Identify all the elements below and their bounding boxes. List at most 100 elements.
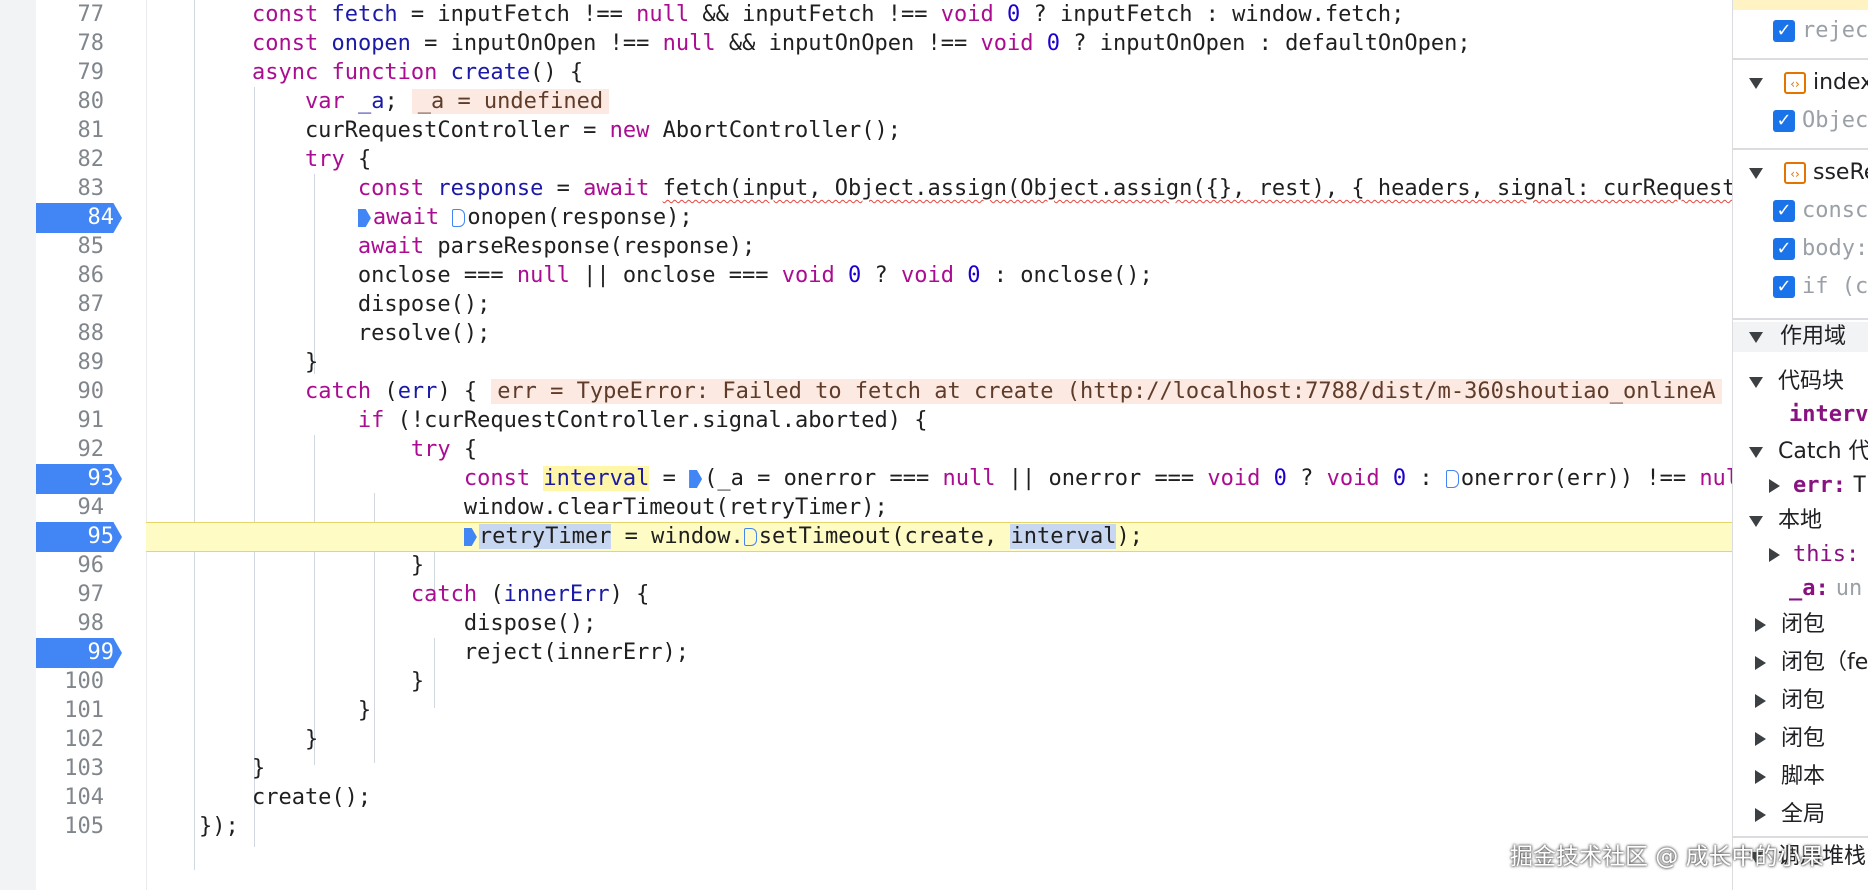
line-number[interactable]: 104	[36, 783, 112, 813]
inline-breakpoint-icon[interactable]	[357, 209, 371, 227]
scope-local[interactable]: 本地	[1749, 506, 1822, 536]
chevron-right-icon[interactable]	[1755, 656, 1766, 670]
inline-breakpoint-icon[interactable]	[452, 209, 466, 227]
chevron-right-icon[interactable]	[1755, 732, 1766, 746]
chevron-down-icon[interactable]	[1749, 77, 1763, 89]
breakpoint-item[interactable]: ✓ rejec	[1773, 16, 1868, 46]
scope-variable[interactable]: _a: un	[1789, 574, 1862, 604]
code-line: }	[146, 553, 425, 578]
line-number[interactable]: 89	[36, 348, 112, 378]
chevron-right-icon[interactable]	[1769, 548, 1780, 562]
breakpoint-line-number[interactable]: 84	[36, 203, 122, 233]
line-number[interactable]: 81	[36, 116, 112, 146]
line-number[interactable]: 87	[36, 290, 112, 320]
breakpoint-item[interactable]: ✓ if (c	[1773, 272, 1868, 302]
code-line: await onopen(response);	[146, 203, 1732, 233]
breakpoint-item[interactable]: ✓ body:	[1773, 234, 1868, 264]
inline-value-err: err = TypeError: Failed to fetch at crea…	[491, 379, 1722, 404]
line-number[interactable]: 105	[36, 812, 112, 842]
code-line: }	[146, 727, 319, 752]
line-number[interactable]: 91	[36, 406, 112, 436]
inline-breakpoint-icon[interactable]	[743, 528, 757, 546]
inline-breakpoint-icon[interactable]	[463, 528, 477, 546]
current-breakpoint-highlight	[1733, 0, 1868, 10]
code-line: const interval = (_a = onerror === null …	[463, 466, 1732, 491]
line-number[interactable]: 79	[36, 58, 112, 88]
checkbox-icon[interactable]: ✓	[1773, 20, 1795, 42]
chevron-down-icon[interactable]	[1749, 376, 1763, 388]
line-number[interactable]: 78	[36, 29, 112, 59]
code-line: try {	[410, 437, 478, 462]
inline-breakpoint-icon[interactable]	[689, 470, 703, 488]
line-number[interactable]: 90	[36, 377, 112, 407]
line-number[interactable]: 92	[36, 435, 112, 465]
chevron-right-icon[interactable]	[1769, 479, 1780, 493]
code-line: dispose();	[146, 611, 597, 636]
debugger-sidebar: ✓ rejec ‹› index ✓ Objec ‹› sseRe ✓ cons…	[1732, 0, 1868, 890]
code-line: }	[146, 350, 319, 375]
scope-section-header[interactable]: 作用域	[1733, 322, 1868, 352]
line-number[interactable]: 103	[36, 754, 112, 784]
scope-variable[interactable]: interv	[1789, 400, 1868, 430]
code-line: if (!curRequestController.signal.aborted…	[357, 408, 928, 433]
scope-catch[interactable]: Catch 代	[1749, 437, 1868, 467]
checkbox-icon[interactable]: ✓	[1773, 238, 1795, 260]
line-number[interactable]: 77	[36, 0, 112, 30]
line-number[interactable]: 98	[36, 609, 112, 639]
line-number[interactable]: 97	[36, 580, 112, 610]
breakpoint-line-number[interactable]: 99	[36, 638, 122, 668]
breakpoint-line-number[interactable]: 95	[36, 522, 122, 552]
scope-block[interactable]: 代码块	[1749, 367, 1844, 397]
chevron-down-icon[interactable]	[1749, 515, 1763, 527]
file-icon: ‹›	[1784, 72, 1806, 94]
chevron-down-icon[interactable]	[1749, 331, 1763, 343]
checkbox-icon[interactable]: ✓	[1773, 110, 1795, 132]
scope-closure[interactable]: 闭包	[1755, 610, 1825, 640]
checkbox-icon[interactable]: ✓	[1773, 200, 1795, 222]
chevron-right-icon[interactable]	[1755, 770, 1766, 784]
scope-closure[interactable]: 闭包（fe	[1755, 648, 1868, 678]
scope-closure[interactable]: 闭包	[1755, 686, 1825, 716]
code-line: const onopen = inputOnOpen !== null && i…	[251, 31, 1471, 56]
scope-closure[interactable]: 闭包	[1755, 724, 1825, 754]
chevron-down-icon[interactable]	[1749, 446, 1763, 458]
scope-script[interactable]: 脚本	[1755, 762, 1825, 792]
inline-breakpoint-icon[interactable]	[1445, 470, 1459, 488]
code-line: var _a; _a = undefined	[146, 87, 1732, 117]
breakpoint-item[interactable]: ✓ Objec	[1773, 106, 1868, 136]
line-number[interactable]: 85	[36, 232, 112, 262]
line-number[interactable]: 94	[36, 493, 112, 523]
code-line: const fetch = inputFetch !== null && inp…	[251, 2, 1405, 27]
code-line: onclose === null || onclose === void 0 ?…	[146, 263, 1153, 288]
scope-global[interactable]: 全局	[1755, 800, 1825, 830]
left-strip	[0, 0, 36, 890]
breakpoint-file-sse[interactable]: ‹› sseRe	[1749, 158, 1868, 188]
line-number[interactable]: 86	[36, 261, 112, 291]
line-number[interactable]: 100	[36, 667, 112, 697]
line-number[interactable]: 88	[36, 319, 112, 349]
code-line: curRequestController = new AbortControll…	[146, 118, 902, 143]
line-number[interactable]: 80	[36, 87, 112, 117]
watermark: 掘金技术社区 @ 成长中的小果	[1510, 844, 1824, 870]
breakpoint-line-number[interactable]: 93	[36, 464, 122, 494]
chevron-right-icon[interactable]	[1755, 618, 1766, 632]
code-line: resolve();	[146, 321, 491, 346]
code-line: }	[146, 756, 266, 781]
breakpoint-item[interactable]: ✓ consc	[1773, 196, 1868, 226]
line-number[interactable]: 101	[36, 696, 112, 726]
breakpoint-file-index[interactable]: ‹› index	[1749, 68, 1868, 98]
divider	[1733, 318, 1868, 320]
checkbox-icon[interactable]: ✓	[1773, 276, 1795, 298]
line-number[interactable]: 82	[36, 145, 112, 175]
line-number[interactable]: 96	[36, 551, 112, 581]
code-editor[interactable]: const fetch = inputFetch !== null && inp…	[146, 0, 1732, 890]
chevron-right-icon[interactable]	[1755, 808, 1766, 822]
chevron-down-icon[interactable]	[1749, 167, 1763, 179]
line-number[interactable]: 83	[36, 174, 112, 204]
scope-variable[interactable]: err: T	[1769, 471, 1866, 501]
code-line: }	[146, 698, 372, 723]
line-number[interactable]: 102	[36, 725, 112, 755]
scope-variable[interactable]: this:	[1769, 540, 1859, 570]
chevron-right-icon[interactable]	[1755, 694, 1766, 708]
code-line: try {	[304, 147, 372, 172]
